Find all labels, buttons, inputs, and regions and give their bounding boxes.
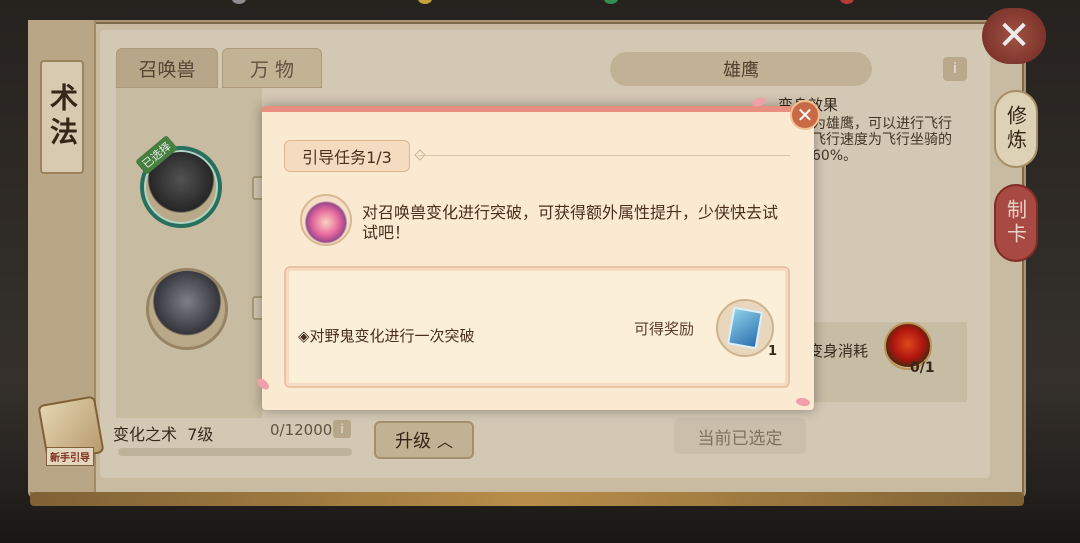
reward-label: 可得奖励 — [634, 320, 695, 338]
npc-avatar — [300, 194, 352, 246]
npc-dialogue: 对召唤兽变化进行突破，可获得额外属性提升，少侠快去试试吧！ — [362, 203, 779, 242]
task-title: 引导任务1/3 — [284, 140, 410, 172]
objective-text: ◈对野鬼变化进行一次突破 — [298, 327, 475, 345]
card-icon — [726, 306, 764, 350]
modal-close-icon[interactable]: ✕ — [790, 100, 820, 130]
reward-item[interactable] — [716, 299, 774, 357]
title-divider — [418, 155, 790, 156]
reward-count: 1 — [768, 344, 778, 359]
